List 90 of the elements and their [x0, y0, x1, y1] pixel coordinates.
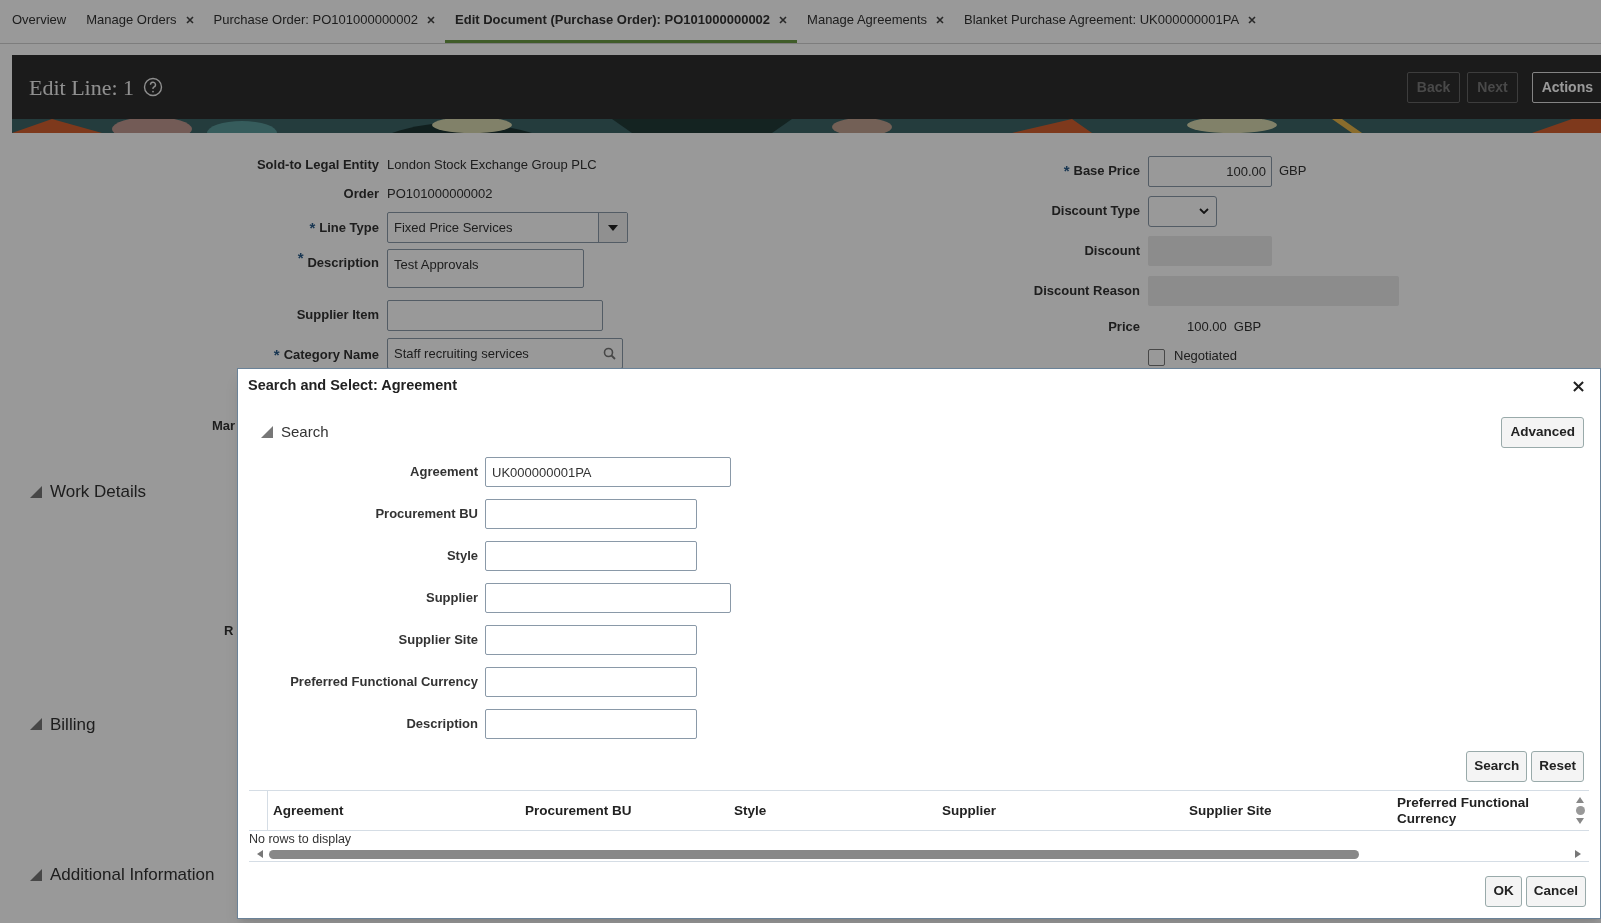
field-label: Sold-to Legal Entity	[256, 155, 379, 174]
close-icon[interactable]	[1248, 16, 1257, 24]
currency-code: GBP	[1233, 318, 1262, 337]
tab[interactable]: Manage Orders	[76, 0, 204, 43]
required-mark: *	[297, 253, 304, 263]
header-button[interactable]: Actions	[1531, 71, 1601, 103]
field-label: Discount	[1084, 242, 1140, 261]
discount-type-select[interactable]	[1148, 195, 1217, 227]
tab[interactable]: Edit Document (Purchase Order): PO101000000002	[445, 0, 798, 43]
field-label: Supplier Site	[397, 631, 478, 650]
scroll-down-icon[interactable]	[1576, 818, 1584, 824]
tab[interactable]: Manage Agreements	[797, 0, 955, 43]
collapse-icon	[261, 426, 273, 438]
field-label: Description	[405, 715, 478, 734]
scroll-thumb[interactable]	[269, 849, 1359, 859]
field-label: Price	[1108, 318, 1140, 337]
close-button[interactable]	[1570, 378, 1586, 394]
description-textarea[interactable]: Test Approvals	[387, 249, 584, 288]
close-icon[interactable]	[185, 16, 194, 24]
page-title: Edit Line: 1	[29, 73, 135, 102]
field-label: Supplier Item	[296, 306, 379, 325]
field-label: Line Type	[319, 218, 379, 237]
column-header[interactable]: Preferred Functional Currency	[1392, 791, 1571, 830]
field-label: Style	[445, 547, 478, 566]
required-mark: *	[309, 222, 316, 233]
help-icon[interactable]	[143, 77, 164, 97]
column-header[interactable]: Agreement	[268, 791, 520, 830]
tab[interactable]: Overview	[2, 0, 77, 43]
text-field[interactable]	[485, 709, 697, 739]
checkbox[interactable]	[1148, 349, 1165, 366]
ok-button[interactable]: OK	[1485, 876, 1522, 907]
field-label: Supplier	[425, 589, 478, 608]
close-icon	[1572, 380, 1584, 392]
checkbox-label: Negotiated	[1174, 349, 1237, 363]
text-field[interactable]	[485, 583, 731, 613]
field-label: Mar	[212, 417, 236, 435]
scroll-left-icon[interactable]	[257, 850, 263, 858]
search-button[interactable]: Search	[1466, 751, 1528, 782]
required-mark: *	[1063, 166, 1070, 176]
collapse-icon	[30, 718, 42, 731]
scroll-thumb[interactable]	[1575, 806, 1585, 815]
tab[interactable]: Purchase Order: PO101000000002	[203, 0, 446, 43]
column-header[interactable]: Supplier Site	[1184, 791, 1392, 830]
cancel-button[interactable]: Cancel	[1525, 876, 1586, 907]
text-field[interactable]	[485, 541, 697, 571]
field-label: Base Price	[1073, 162, 1140, 181]
price-field[interactable]: 100.00	[1148, 155, 1272, 187]
text-field[interactable]	[485, 625, 697, 655]
text-field[interactable]	[485, 667, 697, 697]
section-toggle[interactable]: Billing	[30, 711, 96, 737]
field-label: Description	[307, 254, 379, 272]
close-icon[interactable]	[427, 16, 436, 24]
field-value: PO101000000002	[387, 184, 493, 203]
section-toggle[interactable]: Additional Information	[30, 862, 215, 888]
column-header[interactable]: Style	[729, 791, 937, 830]
field-label: Discount Reason	[1033, 282, 1140, 301]
reset-button[interactable]: Reset	[1531, 751, 1584, 782]
close-icon[interactable]	[936, 16, 945, 24]
field-label: Category Name	[283, 346, 379, 365]
tab[interactable]: Blanket Purchase Agreement: UK000000001PA	[954, 0, 1267, 43]
field-label: Discount Type	[1051, 202, 1140, 221]
line-type-select[interactable]: Fixed Price Services	[387, 212, 628, 243]
advanced-button[interactable]: Advanced	[1501, 416, 1584, 448]
search-field[interactable]: Staff recruiting services	[387, 338, 623, 369]
search-section-toggle[interactable]: Search	[261, 420, 329, 444]
field-label: R	[224, 622, 234, 640]
required-mark: *	[273, 350, 280, 360]
scroll-right-icon[interactable]	[1575, 850, 1581, 858]
text-field[interactable]: UK000000001PA	[485, 457, 731, 487]
field-label: Procurement BU	[374, 505, 478, 524]
empty-table-message: No rows to display	[249, 831, 353, 847]
scroll-up-icon[interactable]	[1576, 797, 1584, 803]
field-label: Agreement	[409, 463, 478, 482]
collapse-icon	[30, 868, 42, 881]
close-icon[interactable]	[779, 16, 788, 24]
field-label: Preferred Functional Currency	[289, 673, 478, 692]
field-value: 100.00	[1187, 318, 1227, 337]
chevron-down-icon	[1199, 208, 1209, 214]
collapse-icon	[30, 485, 42, 498]
search-icon	[603, 347, 616, 360]
text-field[interactable]	[387, 299, 603, 331]
section-toggle[interactable]: Work Details	[30, 479, 147, 505]
column-header[interactable]: Procurement BU	[520, 791, 729, 830]
field-label: Order	[343, 184, 379, 203]
text-field[interactable]	[485, 499, 697, 529]
dropdown-icon	[608, 224, 618, 231]
column-header[interactable]: Supplier	[937, 791, 1184, 830]
field-value: London Stock Exchange Group PLC	[387, 155, 597, 174]
currency-code: GBP	[1279, 162, 1307, 181]
dialog-title: Search and Select: Agreement	[248, 376, 457, 396]
